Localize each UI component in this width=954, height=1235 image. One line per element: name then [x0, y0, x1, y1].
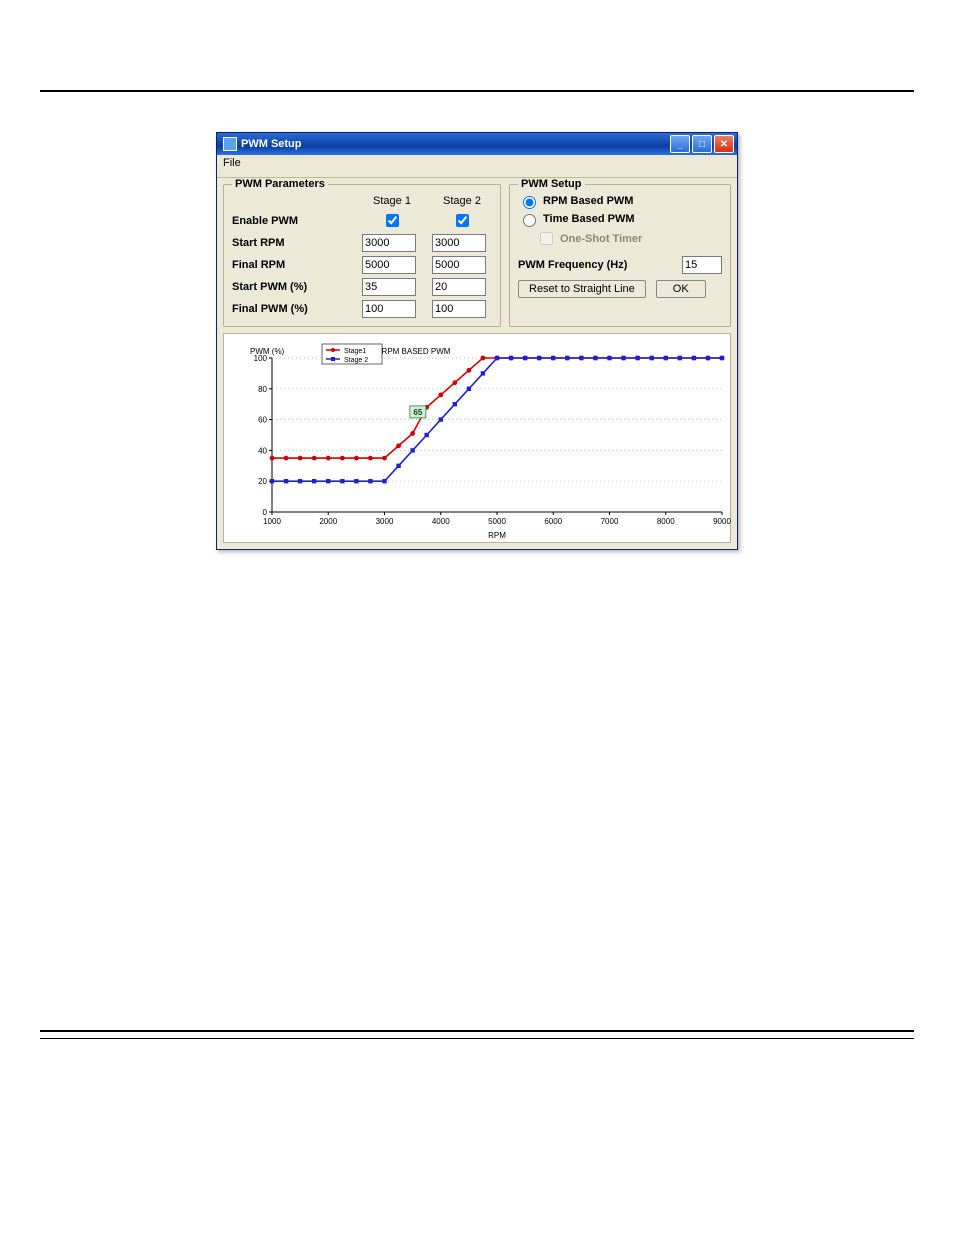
- enable-pwm-stage2-checkbox[interactable]: [456, 214, 469, 227]
- svg-text:6000: 6000: [544, 517, 562, 526]
- svg-text:2000: 2000: [319, 517, 337, 526]
- svg-text:7000: 7000: [601, 517, 619, 526]
- row-enable-label: Enable PWM: [232, 215, 352, 227]
- svg-text:8000: 8000: [657, 517, 675, 526]
- menu-file[interactable]: File: [223, 157, 241, 169]
- pwm-parameters-group: PWM Parameters Stage 1 Stage 2 Enable PW…: [223, 184, 501, 327]
- oneshot-row: One-Shot Timer: [536, 229, 722, 248]
- final-rpm-stage1-input[interactable]: [362, 256, 416, 274]
- maximize-button[interactable]: □: [692, 135, 712, 153]
- final-pwm-stage1-input[interactable]: [362, 300, 416, 318]
- menubar: File: [217, 155, 737, 178]
- row-start-pwm-label: Start PWM (%): [232, 281, 352, 293]
- row-final-pwm-label: Final PWM (%): [232, 303, 352, 315]
- svg-text:Stage1: Stage1: [344, 348, 366, 355]
- svg-text:20: 20: [258, 477, 267, 486]
- minimize-button[interactable]: _: [670, 135, 690, 153]
- svg-text:5000: 5000: [488, 517, 506, 526]
- app-icon: [223, 137, 237, 151]
- time-based-label: Time Based PWM: [543, 213, 635, 225]
- close-button[interactable]: ✕: [714, 135, 734, 153]
- start-rpm-stage2-input[interactable]: [432, 234, 486, 252]
- row-final-rpm-label: Final RPM: [232, 259, 352, 271]
- minimize-icon: _: [677, 139, 683, 150]
- pwm-chart[interactable]: 1000 2000 3000 4000 5000 6000 7000 8000 9000 0 20 4…: [232, 340, 732, 540]
- final-rpm-stage2-input[interactable]: [432, 256, 486, 274]
- svg-text:RPM BASED PWM: RPM BASED PWM: [382, 347, 451, 356]
- col-stage2-header: Stage 2: [432, 195, 492, 207]
- svg-text:0: 0: [263, 508, 268, 517]
- start-pwm-stage1-input[interactable]: [362, 278, 416, 296]
- svg-text:65: 65: [413, 408, 422, 417]
- start-rpm-stage1-input[interactable]: [362, 234, 416, 252]
- pwm-setup-group: PWM Setup RPM Based PWM Time Based PWM O…: [509, 184, 731, 327]
- svg-text:Stage 2: Stage 2: [344, 357, 368, 364]
- rpm-based-radio-row[interactable]: RPM Based PWM: [518, 193, 722, 209]
- row-start-rpm-label: Start RPM: [232, 237, 352, 249]
- ok-button[interactable]: OK: [656, 280, 706, 298]
- svg-text:3000: 3000: [376, 517, 394, 526]
- svg-text:40: 40: [258, 446, 267, 455]
- rpm-based-radio[interactable]: [523, 196, 536, 209]
- time-based-radio[interactable]: [523, 214, 536, 227]
- window-title: PWM Setup: [241, 138, 670, 150]
- col-stage1-header: Stage 1: [362, 195, 422, 207]
- enable-pwm-stage1-checkbox[interactable]: [386, 214, 399, 227]
- group-legend: PWM Parameters: [232, 178, 328, 190]
- svg-text:80: 80: [258, 385, 267, 394]
- oneshot-label: One-Shot Timer: [560, 233, 642, 245]
- svg-text:RPM: RPM: [488, 531, 506, 540]
- close-icon: ✕: [720, 139, 728, 150]
- freq-label: PWM Frequency (Hz): [518, 259, 627, 271]
- chart-panel: 1000 2000 3000 4000 5000 6000 7000 8000 9000 0 20 4…: [223, 333, 731, 543]
- group-legend: PWM Setup: [518, 178, 585, 190]
- svg-text:9000: 9000: [713, 517, 731, 526]
- freq-input[interactable]: [682, 256, 722, 274]
- rpm-based-label: RPM Based PWM: [543, 195, 633, 207]
- svg-text:60: 60: [258, 416, 267, 425]
- maximize-icon: □: [699, 139, 705, 150]
- svg-text:1000: 1000: [263, 517, 281, 526]
- pwm-setup-window: PWM Setup _ □ ✕ File PWM Parameters Stag…: [216, 132, 738, 550]
- titlebar[interactable]: PWM Setup _ □ ✕: [217, 133, 737, 155]
- svg-text:4000: 4000: [432, 517, 450, 526]
- reset-button[interactable]: Reset to Straight Line: [518, 280, 646, 298]
- oneshot-checkbox: [540, 232, 553, 245]
- svg-text:PWM (%): PWM (%): [250, 347, 285, 356]
- time-based-radio-row[interactable]: Time Based PWM: [518, 211, 722, 227]
- final-pwm-stage2-input[interactable]: [432, 300, 486, 318]
- start-pwm-stage2-input[interactable]: [432, 278, 486, 296]
